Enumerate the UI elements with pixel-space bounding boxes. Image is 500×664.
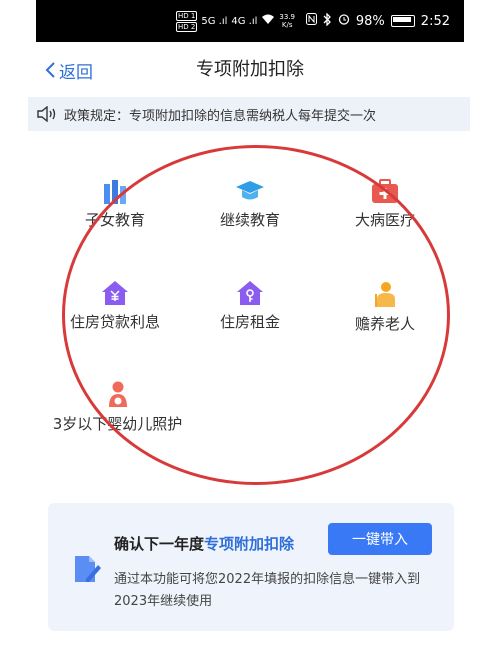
battery-icon <box>390 15 415 27</box>
card-title: 确认下一年度专项附加扣除 <box>114 533 294 554</box>
nfc-icon <box>305 13 317 29</box>
item-housing-loan-interest[interactable]: 住房贷款利息 <box>50 280 180 332</box>
card-title-prefix: 确认下一年度 <box>114 535 205 553</box>
item-label: 住房贷款利息 <box>69 313 160 331</box>
policy-text: 政策规定：专项附加扣除的信息需纳税人每年提交一次 <box>64 108 377 124</box>
item-label: 子女教育 <box>84 211 145 229</box>
item-label: 赡养老人 <box>354 315 415 333</box>
item-housing-rent[interactable]: 住房租金 <box>185 280 315 332</box>
mother-baby-icon <box>108 381 127 407</box>
network-speed-value: 33.9 <box>279 13 295 21</box>
bluetooth-icon <box>323 11 332 30</box>
item-continuing-education[interactable]: 继续教育 <box>185 178 315 230</box>
medical-kit-icon <box>372 179 398 203</box>
import-card: 确认下一年度专项附加扣除 一键带入 通过本功能可将您2022年填报的扣除信息一键… <box>48 503 454 631</box>
policy-notice: 政策规定：专项附加扣除的信息需纳税人每年提交一次 <box>28 97 470 131</box>
children-education-icon <box>104 180 126 204</box>
network-speed: 33.9 K/s <box>279 13 295 29</box>
card-title-highlight: 专项附加扣除 <box>204 535 295 553</box>
nav-bar: 返回 专项附加扣除 <box>0 42 500 98</box>
item-label: 继续教育 <box>219 211 280 229</box>
item-medical-treatment[interactable]: 大病医疗 <box>320 178 450 230</box>
item-infant-care[interactable]: 3岁以下婴幼儿照护 <box>50 380 185 434</box>
wifi-icon <box>261 14 275 28</box>
signal-strength-2: 4G .ıl <box>231 15 258 27</box>
status-bar: HD 1 HD 2 5G .ıl 4G .ıl 33.9 K/s 98% 2:5… <box>36 0 464 42</box>
network-speed-unit: K/s <box>281 21 293 29</box>
hd-badge-1: HD 1 <box>176 10 198 21</box>
document-edit-icon <box>75 556 101 582</box>
item-children-education[interactable]: 子女教育 <box>50 178 180 230</box>
item-label: 住房租金 <box>219 313 280 331</box>
clock: 2:52 <box>420 13 450 29</box>
status-bar-left: HD 1 HD 2 5G .ıl 4G .ıl 33.9 K/s <box>176 0 295 42</box>
speaker-icon <box>37 106 56 122</box>
house-key-icon <box>237 281 263 305</box>
signal-strength-1: 5G .ıl <box>201 15 228 27</box>
hd-badge-2: HD 2 <box>176 21 198 32</box>
house-yuan-icon <box>102 281 128 305</box>
status-bar-right: 98% 2:52 <box>305 0 450 42</box>
page-title: 专项附加扣除 <box>196 59 304 80</box>
graduation-cap-icon <box>236 181 264 200</box>
item-label: 3岁以下婴幼儿照护 <box>52 415 183 433</box>
one-click-import-button[interactable]: 一键带入 <box>328 523 432 555</box>
card-description: 通过本功能可将您2022年填报的扣除信息一键带入到2023年继续使用 <box>114 572 421 609</box>
item-label: 大病医疗 <box>354 211 415 229</box>
item-elderly-support[interactable]: 赡养老人 <box>320 280 450 334</box>
elderly-person-icon <box>375 282 395 307</box>
alarm-icon <box>338 13 350 29</box>
battery-percent: 98% <box>355 13 385 29</box>
